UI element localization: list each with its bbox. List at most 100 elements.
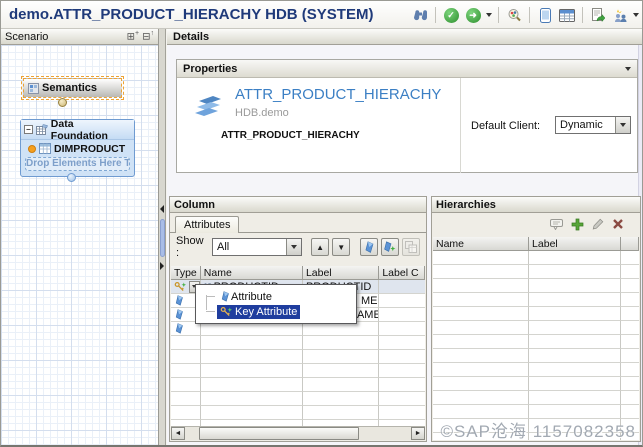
collapse-all-icon[interactable]: ⊟↑ [142, 30, 154, 42]
splitter-handle[interactable] [160, 219, 165, 257]
data-preview-icon[interactable] [558, 6, 576, 24]
collapse-node-icon[interactable]: − [24, 125, 33, 134]
drop-elements-hint[interactable]: Drop Elements Here T... [25, 157, 130, 171]
column-header: Column [170, 197, 426, 213]
find-icon[interactable] [411, 6, 429, 24]
hierarchies-header: Hierarchies [432, 197, 640, 213]
empty-row [433, 293, 639, 307]
panel-splitter[interactable] [159, 29, 166, 445]
mark-attribute-button[interactable] [359, 238, 378, 256]
details-panel: Details Properties ATTR_PRODUCT_HIERACHY… [167, 29, 642, 445]
expand-all-icon[interactable]: ⊞+ [127, 30, 139, 42]
where-used-icon[interactable] [505, 6, 523, 24]
scenario-panel-header: Scenario ⊞+ ⊟↑ [1, 29, 158, 45]
marker-dot-icon [28, 144, 36, 153]
menu-item-key-attribute[interactable]: Key Attribute [196, 304, 356, 319]
generate-docs-icon[interactable] [611, 6, 629, 24]
empty-row [433, 265, 639, 279]
show-filter-select[interactable]: All [212, 238, 302, 256]
page-title: demo.ATTR_PRODUCT_HIERACHY HDB (SYSTEM) [9, 6, 374, 23]
attributes-table-header: Type Name Label Label C [171, 266, 425, 280]
hierarchies-title: Hierarchies [436, 198, 496, 211]
column-title: Column [174, 198, 215, 211]
hierarchies-section: Hierarchies Name Label [431, 196, 641, 442]
scrollbar-thumb[interactable] [199, 427, 359, 440]
attribute-icon [174, 295, 183, 306]
data-foundation-node[interactable]: − Data Foundation DIMPRODUCT Drop Elemen… [20, 117, 135, 177]
add-icon[interactable] [571, 218, 584, 231]
chevron-down-icon[interactable] [285, 239, 301, 255]
semantics-anchor-dot[interactable] [58, 98, 67, 107]
default-client-select[interactable]: Dynamic [555, 116, 631, 134]
move-down-button[interactable]: ▼ [332, 238, 351, 256]
scroll-left-icon[interactable]: ◄ [171, 427, 185, 440]
key-attribute-icon [174, 281, 187, 293]
col-header-label-column[interactable]: Label C [379, 266, 425, 280]
mobile-preview-icon[interactable] [536, 6, 554, 24]
empty-row [433, 321, 639, 335]
empty-row [171, 406, 425, 420]
df-anchor-dot[interactable] [67, 173, 76, 182]
scroll-right-icon[interactable]: ► [411, 427, 425, 440]
edit-icon[interactable] [592, 218, 604, 230]
col-header-label[interactable]: Label [302, 266, 380, 280]
semantics-node[interactable]: Semantics [21, 76, 124, 100]
view-package: HDB.demo [235, 107, 289, 119]
scenario-panel: Scenario ⊞+ ⊟↑ Semantics − Data Foundati… [1, 29, 159, 445]
empty-row [433, 335, 639, 349]
delete-icon[interactable] [612, 218, 624, 230]
horizontal-scrollbar[interactable]: ◄ ► [171, 426, 425, 440]
empty-row [171, 378, 425, 392]
table-icon [39, 143, 51, 154]
semantics-icon [28, 82, 39, 94]
df-table-row[interactable]: DIMPRODUCT [21, 140, 134, 157]
data-foundation-icon [35, 124, 48, 135]
semantics-label: Semantics [42, 82, 98, 94]
attribute-icon [174, 309, 183, 320]
watermark-text: ©SAP沧海 1157082358 [440, 422, 636, 441]
callout-icon[interactable] [550, 218, 563, 230]
editor-toolbar: ✓ ➜ [411, 1, 639, 29]
empty-row [171, 350, 425, 364]
copy-columns-button[interactable] [401, 238, 420, 256]
validate-icon[interactable]: ✓ [442, 6, 460, 24]
hierarchies-table-header: Name Label [433, 237, 639, 251]
collapse-section-icon[interactable] [625, 66, 631, 71]
splitter-expand-icon[interactable] [160, 262, 164, 270]
view-name: ATTR_PRODUCT_HIERACHY [235, 86, 442, 103]
table-row[interactable] [171, 322, 425, 336]
cell-label-partial: ME [360, 294, 378, 307]
toolbar-separator [529, 7, 530, 23]
activate-icon[interactable]: ➜ [464, 6, 482, 24]
details-title: Details [173, 30, 210, 43]
col-header-name[interactable]: Name [200, 266, 303, 280]
menu-item-attribute[interactable]: Attribute [196, 289, 356, 304]
mark-key-attribute-button[interactable] [380, 238, 399, 256]
attribute-icon [220, 291, 229, 302]
cell-label-partial: AME [356, 308, 380, 321]
export-icon[interactable] [589, 6, 607, 24]
type-dropdown-menu: Attribute Key Attribute [195, 284, 357, 324]
toolbar-overflow-caret[interactable] [633, 13, 639, 17]
empty-row [171, 336, 425, 350]
data-foundation-label: Data Foundation [50, 117, 108, 142]
view-technical-name: ATTR_PRODUCT_HIERACHY [221, 130, 360, 141]
move-up-button[interactable]: ▲ [311, 238, 330, 256]
toolbar-separator [582, 7, 583, 23]
empty-row [433, 279, 639, 293]
scenario-title: Scenario [5, 30, 49, 43]
hier-header-label[interactable]: Label [529, 237, 622, 251]
tab-attributes[interactable]: Attributes [175, 216, 240, 233]
key-attribute-icon [220, 306, 233, 318]
splitter-collapse-icon[interactable] [160, 205, 164, 213]
hier-header-name[interactable]: Name [433, 237, 530, 251]
scenario-canvas[interactable]: Semantics − Data Foundation DIMPRODUCT D… [1, 45, 158, 445]
activate-menu-caret[interactable] [486, 13, 492, 17]
chevron-down-icon[interactable] [615, 117, 630, 133]
properties-title: Properties [183, 62, 238, 75]
details-header: Details [167, 29, 642, 45]
hierarchies-table: Name Label [433, 237, 639, 440]
col-header-type[interactable]: Type [171, 266, 201, 280]
properties-section: Properties ATTR_PRODUCT_HIERACHY HDB.dem… [176, 59, 638, 173]
editor-title-bar: demo.ATTR_PRODUCT_HIERACHY HDB (SYSTEM) … [1, 1, 642, 29]
